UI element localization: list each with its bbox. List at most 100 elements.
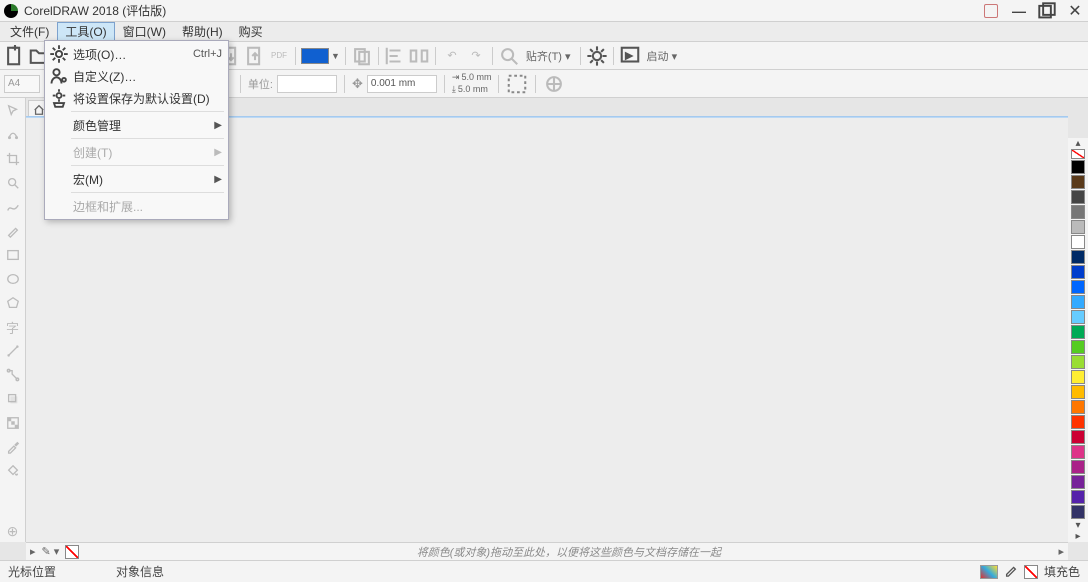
palette-swatch[interactable] xyxy=(1071,430,1085,444)
palette-swatch[interactable] xyxy=(1071,445,1085,459)
palette-swatch[interactable] xyxy=(1071,340,1085,354)
palette-swatch[interactable] xyxy=(1071,250,1085,264)
polygon-tool[interactable] xyxy=(2,292,24,314)
menu-buy[interactable]: 购买 xyxy=(231,22,271,41)
outline-pen-icon[interactable] xyxy=(1004,563,1018,580)
user-indicator-icon[interactable] xyxy=(982,2,1000,20)
palette-swatch[interactable] xyxy=(1071,220,1085,234)
treat-as-filled-button[interactable] xyxy=(506,73,528,95)
palette-swatch[interactable] xyxy=(1071,505,1085,519)
palette-flyout-down[interactable]: ▾ xyxy=(1070,520,1086,531)
page-size-preset[interactable]: A4 xyxy=(4,75,40,93)
menu-macros[interactable]: 宏(M) ▶ xyxy=(45,168,228,190)
palette-swatch[interactable] xyxy=(1071,385,1085,399)
palette-swatch[interactable] xyxy=(1071,370,1085,384)
nudge-icon: ✥ xyxy=(352,76,363,92)
rectangle-tool[interactable] xyxy=(2,244,24,266)
palette-swatch[interactable] xyxy=(1071,265,1085,279)
minimize-button[interactable]: — xyxy=(1010,2,1028,20)
edit-pencil-icon[interactable]: ✎ ▾ xyxy=(42,545,60,558)
publish-pdf-button[interactable]: PDF xyxy=(268,45,290,67)
zoom-tool[interactable] xyxy=(2,172,24,194)
menu-customize[interactable]: 自定义(Z)… xyxy=(45,65,228,87)
launch-dropdown[interactable]: 启动 ▾ xyxy=(643,48,682,64)
shape-tool[interactable] xyxy=(2,124,24,146)
palette-swatch[interactable] xyxy=(1071,295,1085,309)
palette-swatch[interactable] xyxy=(1071,400,1085,414)
menu-window[interactable]: 窗口(W) xyxy=(115,22,174,41)
palette-swatch[interactable] xyxy=(1071,415,1085,429)
app-icon xyxy=(4,4,18,18)
export-button[interactable] xyxy=(244,45,266,67)
nav-arrow-right-icon[interactable]: ▸ xyxy=(30,545,36,558)
menu-options[interactable]: 选项(O)… Ctrl+J xyxy=(45,43,228,65)
connector-tool[interactable] xyxy=(2,364,24,386)
color-proof-icon[interactable] xyxy=(980,565,998,579)
doc-palette-none-swatch[interactable] xyxy=(65,545,79,559)
palette-swatch[interactable] xyxy=(1071,460,1085,474)
menu-tools[interactable]: 工具(O) xyxy=(57,22,114,41)
copy-button[interactable] xyxy=(351,45,373,67)
palette-swatch[interactable] xyxy=(1071,310,1085,324)
drop-shadow-tool[interactable] xyxy=(2,388,24,410)
menu-color-management[interactable]: 颜色管理 ▶ xyxy=(45,114,228,136)
eyedropper-tool[interactable] xyxy=(2,436,24,458)
redo-button[interactable]: ↷ xyxy=(465,45,487,67)
palette-swatch[interactable] xyxy=(1071,490,1085,504)
menu-save-settings-as-default[interactable]: 将设置保存为默认设置(D) xyxy=(45,87,228,109)
palette-swatch[interactable] xyxy=(1071,190,1085,204)
gear-save-icon xyxy=(49,89,69,107)
app-title: CorelDRAW 2018 (评估版) xyxy=(24,2,166,19)
no-color-swatch[interactable] xyxy=(1071,149,1085,159)
units-label: 单位: xyxy=(248,76,273,92)
interactive-fill-tool[interactable] xyxy=(2,460,24,482)
ellipse-tool[interactable] xyxy=(2,268,24,290)
artistic-media-tool[interactable] xyxy=(2,220,24,242)
menu-border-grommet: 边框和扩展... xyxy=(45,195,228,217)
options-button[interactable] xyxy=(586,45,608,67)
page-navigator: ▸ ✎ ▾ 将颜色(或对象)拖动至此处，以便将这些颜色与文档存储在一起 ▸ xyxy=(26,542,1068,560)
nudge-distance-input[interactable]: 0.001 mm xyxy=(367,75,437,93)
object-info-label: 对象信息 xyxy=(116,563,164,580)
duplicate-distance[interactable]: ⇥5.0 mm ⤓5.0 mm xyxy=(452,72,492,95)
undo-button[interactable]: ↶ xyxy=(441,45,463,67)
fill-none-swatch[interactable] xyxy=(1024,565,1038,579)
new-doc-button[interactable] xyxy=(4,45,26,67)
close-button[interactable]: ✕ xyxy=(1066,2,1084,20)
menu-file[interactable]: 文件(F) xyxy=(2,22,57,41)
palette-swatch[interactable] xyxy=(1071,160,1085,174)
palette-swatch[interactable] xyxy=(1071,475,1085,489)
palette-swatch[interactable] xyxy=(1071,280,1085,294)
palette-flyout-expand[interactable]: ▸ xyxy=(1070,531,1086,542)
edit-fill-button[interactable] xyxy=(543,73,565,95)
window-controls: — ✕ xyxy=(982,2,1084,20)
palette-swatch[interactable] xyxy=(1071,355,1085,369)
tools-menu-dropdown: 选项(O)… Ctrl+J 自定义(Z)… 将设置保存为默认设置(D) 颜色管理… xyxy=(44,40,229,220)
palette-swatch[interactable] xyxy=(1071,175,1085,189)
launch-icon[interactable] xyxy=(619,45,641,67)
pick-tool[interactable] xyxy=(2,100,24,122)
document-palette-hint: 将颜色(或对象)拖动至此处，以便将这些颜色与文档存储在一起 xyxy=(85,544,1052,560)
maximize-button[interactable] xyxy=(1038,2,1056,20)
person-gear-icon xyxy=(49,67,69,85)
freehand-tool[interactable] xyxy=(2,196,24,218)
palette-swatch[interactable] xyxy=(1071,235,1085,249)
chevron-right-icon: ▶ xyxy=(214,120,222,131)
gear-icon xyxy=(49,45,69,63)
units-dropdown[interactable] xyxy=(277,75,337,93)
palette-flyout-up[interactable]: ▴ xyxy=(1070,138,1086,149)
parallel-dimension-tool[interactable] xyxy=(2,340,24,362)
menu-help[interactable]: 帮助(H) xyxy=(174,22,231,41)
crop-tool[interactable] xyxy=(2,148,24,170)
align-distribute-button[interactable] xyxy=(408,45,430,67)
palette-swatch[interactable] xyxy=(1071,325,1085,339)
quick-customize-button[interactable]: ⊕ xyxy=(2,520,24,542)
snap-to-dropdown[interactable]: 贴齐(T) ▾ xyxy=(522,48,575,64)
transparency-tool[interactable] xyxy=(2,412,24,434)
uniform-fill-swatch[interactable] xyxy=(301,48,329,64)
palette-swatch[interactable] xyxy=(1071,205,1085,219)
search-button[interactable] xyxy=(498,45,520,67)
text-tool[interactable]: 字 xyxy=(2,316,24,338)
align-left-button[interactable] xyxy=(384,45,406,67)
doc-palette-scroll-right[interactable]: ▸ xyxy=(1058,545,1064,558)
